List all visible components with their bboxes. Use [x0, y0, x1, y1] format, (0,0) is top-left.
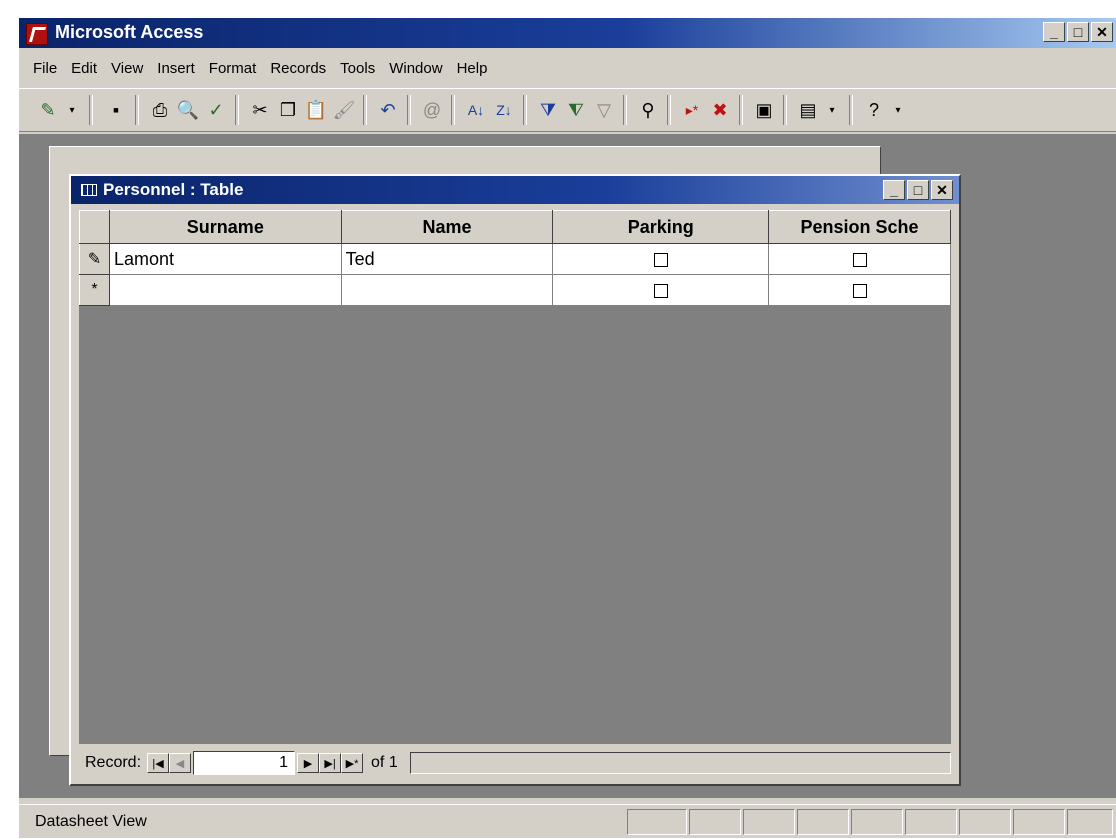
format-painter-icon[interactable]: 🖌	[331, 97, 357, 123]
table-maximize-button[interactable]: □	[907, 180, 929, 200]
first-record-button[interactable]: |◀	[147, 753, 170, 773]
status-panel	[851, 809, 903, 835]
record-count: of 1	[371, 754, 398, 771]
record-number-input[interactable]: 1	[193, 751, 296, 775]
app-title: Microsoft Access	[55, 22, 204, 42]
next-record-button[interactable]: ▶	[297, 753, 320, 773]
properties-icon[interactable]: ▣	[751, 97, 777, 123]
filter-by-selection-icon[interactable]: ⧩	[535, 97, 561, 123]
access-logo-icon[interactable]	[26, 23, 48, 45]
column-header-parking[interactable]: Parking	[552, 210, 770, 244]
app-title-bar[interactable]: Microsoft Access _ □ ✕	[19, 18, 1116, 48]
menu-help[interactable]: Help	[457, 60, 488, 77]
print-preview-icon[interactable]: 🔍	[175, 97, 201, 123]
datasheet: Surname Name Parking Pension Sche ✎ Lamo…	[79, 210, 951, 744]
menu-bar: File Edit View Insert Format Records Too…	[19, 54, 1116, 82]
cut-icon[interactable]: ✂	[247, 97, 273, 123]
new-record-icon[interactable]: ▸*	[679, 97, 705, 123]
parking-checkbox[interactable]	[653, 252, 668, 267]
menu-view[interactable]: View	[111, 60, 143, 77]
status-panel	[689, 809, 741, 835]
menu-tools[interactable]: Tools	[340, 60, 375, 77]
print-icon[interactable]: ⎙	[147, 97, 173, 123]
table-window-title: Personnel : Table	[103, 180, 244, 199]
status-text: Datasheet View	[35, 813, 147, 830]
help-dropdown-icon[interactable]: ▾	[885, 97, 911, 123]
table-row: ✎ Lamont Ted	[79, 243, 951, 275]
resize-grip[interactable]	[1067, 809, 1113, 835]
column-header-surname[interactable]: Surname	[108, 210, 342, 244]
record-label: Record:	[85, 754, 142, 771]
spelling-icon[interactable]: ✓	[203, 97, 229, 123]
cell-surname[interactable]: Lamont	[108, 243, 342, 275]
find-icon[interactable]: ⚲	[635, 97, 661, 123]
cell-pension	[768, 243, 951, 275]
status-panel	[959, 809, 1011, 835]
status-panel	[797, 809, 849, 835]
cell-pension	[768, 274, 951, 306]
cell-parking	[552, 243, 770, 275]
menu-window[interactable]: Window	[389, 60, 442, 77]
select-all-corner[interactable]	[79, 210, 110, 244]
pension-checkbox[interactable]	[852, 252, 867, 267]
help-icon[interactable]: ?	[861, 97, 887, 123]
record-navigation-bar: Record: |◀ ◀ 1 ▶ ▶| ▶* of 1	[79, 748, 951, 778]
copy-icon[interactable]: ❐	[275, 97, 301, 123]
status-panel	[627, 809, 687, 835]
save-icon[interactable]: ▪	[103, 97, 129, 123]
table-window-title-bar[interactable]: Personnel : Table _ □ ✕	[71, 176, 959, 204]
cell-parking	[552, 274, 770, 306]
filter-by-form-icon[interactable]: ⧨	[563, 97, 589, 123]
menu-file[interactable]: File	[33, 60, 57, 77]
close-button[interactable]: ✕	[1091, 22, 1113, 42]
horizontal-scrollbar[interactable]	[409, 752, 951, 774]
table-window: Personnel : Table _ □ ✕ Surname Name Par…	[69, 174, 961, 786]
table-close-button[interactable]: ✕	[931, 180, 953, 200]
mdi-workspace: Personnel : Table _ □ ✕ Surname Name Par…	[19, 134, 1116, 798]
view-dropdown-icon[interactable]: ▾	[59, 97, 85, 123]
table-icon	[81, 184, 97, 196]
delete-record-icon[interactable]: ✖	[707, 97, 733, 123]
undo-icon[interactable]: ↶	[375, 97, 401, 123]
new-object-icon[interactable]: ▤	[795, 97, 821, 123]
cell-name[interactable]: Ted	[340, 243, 554, 275]
toolbar: ✎ ▾ ▪ ⎙ 🔍 ✓ ✂ ❐ 📋 🖌 ↶ @ A↓ Z↓ ⧩ ⧨ ▽ ⚲ ▸*…	[19, 88, 1116, 132]
sort-descending-icon[interactable]: Z↓	[491, 97, 517, 123]
parking-checkbox[interactable]	[653, 283, 668, 298]
new-record-nav-button[interactable]: ▶*	[341, 753, 364, 773]
status-panel	[905, 809, 957, 835]
sort-ascending-icon[interactable]: A↓	[463, 97, 489, 123]
minimize-button[interactable]: _	[1043, 22, 1065, 42]
paste-icon[interactable]: 📋	[303, 97, 329, 123]
view-icon[interactable]: ✎	[35, 97, 61, 123]
menu-insert[interactable]: Insert	[157, 60, 195, 77]
column-header-pension[interactable]: Pension Sche	[768, 210, 951, 244]
cell-surname[interactable]	[108, 274, 342, 306]
previous-record-button[interactable]: ◀	[169, 753, 192, 773]
cell-name[interactable]	[340, 274, 554, 306]
record-selector-edit-icon[interactable]: ✎	[79, 243, 110, 275]
status-bar: Datasheet View	[19, 804, 1116, 839]
table-row-new: *	[79, 274, 951, 306]
column-header-name[interactable]: Name	[340, 210, 554, 244]
menu-records[interactable]: Records	[270, 60, 326, 77]
status-panel	[1013, 809, 1065, 835]
access-app-window: Microsoft Access _ □ ✕ File Edit View In…	[18, 18, 1116, 838]
menu-format[interactable]: Format	[209, 60, 257, 77]
hyperlink-icon[interactable]: @	[419, 97, 445, 123]
new-object-dropdown-icon[interactable]: ▾	[819, 97, 845, 123]
pension-checkbox[interactable]	[852, 283, 867, 298]
menu-edit[interactable]: Edit	[71, 60, 97, 77]
status-panel	[743, 809, 795, 835]
table-minimize-button[interactable]: _	[883, 180, 905, 200]
apply-filter-icon[interactable]: ▽	[591, 97, 617, 123]
maximize-button[interactable]: □	[1067, 22, 1089, 42]
record-selector-new-icon[interactable]: *	[79, 274, 110, 306]
last-record-button[interactable]: ▶|	[319, 753, 342, 773]
